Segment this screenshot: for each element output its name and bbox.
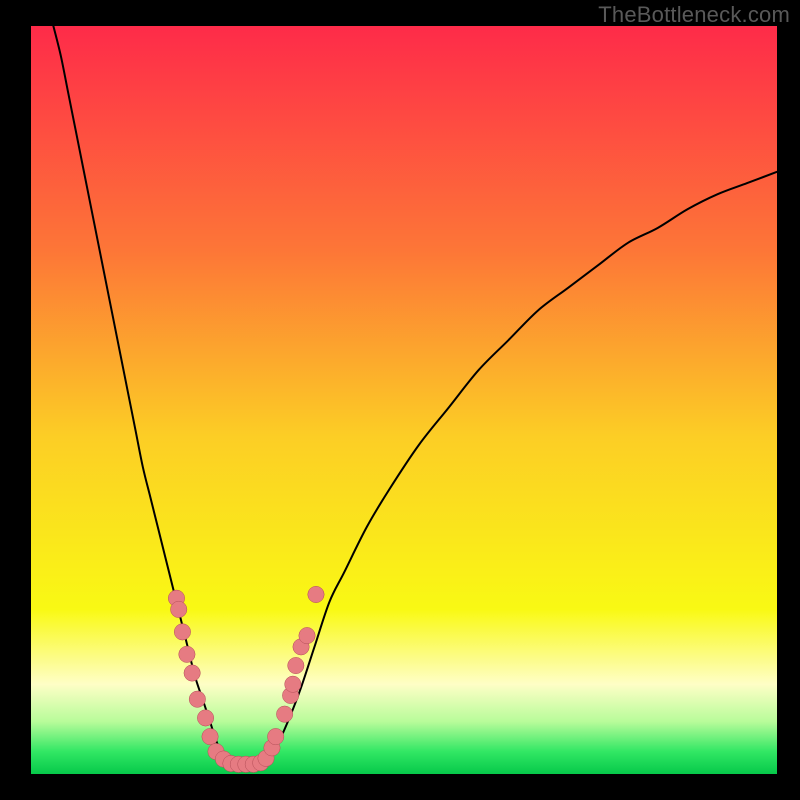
data-marker xyxy=(179,646,195,662)
data-marker xyxy=(184,665,200,681)
watermark-text: TheBottleneck.com xyxy=(598,2,790,28)
data-marker xyxy=(189,691,205,707)
data-marker xyxy=(174,624,190,640)
data-marker xyxy=(308,586,324,602)
data-marker xyxy=(285,676,301,692)
data-marker xyxy=(171,601,187,617)
data-marker xyxy=(267,728,283,744)
data-marker xyxy=(197,710,213,726)
data-marker xyxy=(202,728,218,744)
data-marker xyxy=(299,627,315,643)
chart-container: TheBottleneck.com xyxy=(0,0,800,800)
gradient-background xyxy=(31,26,777,774)
chart-svg xyxy=(31,26,777,774)
data-marker xyxy=(276,706,292,722)
plot-area xyxy=(31,26,777,774)
data-marker xyxy=(288,657,304,673)
